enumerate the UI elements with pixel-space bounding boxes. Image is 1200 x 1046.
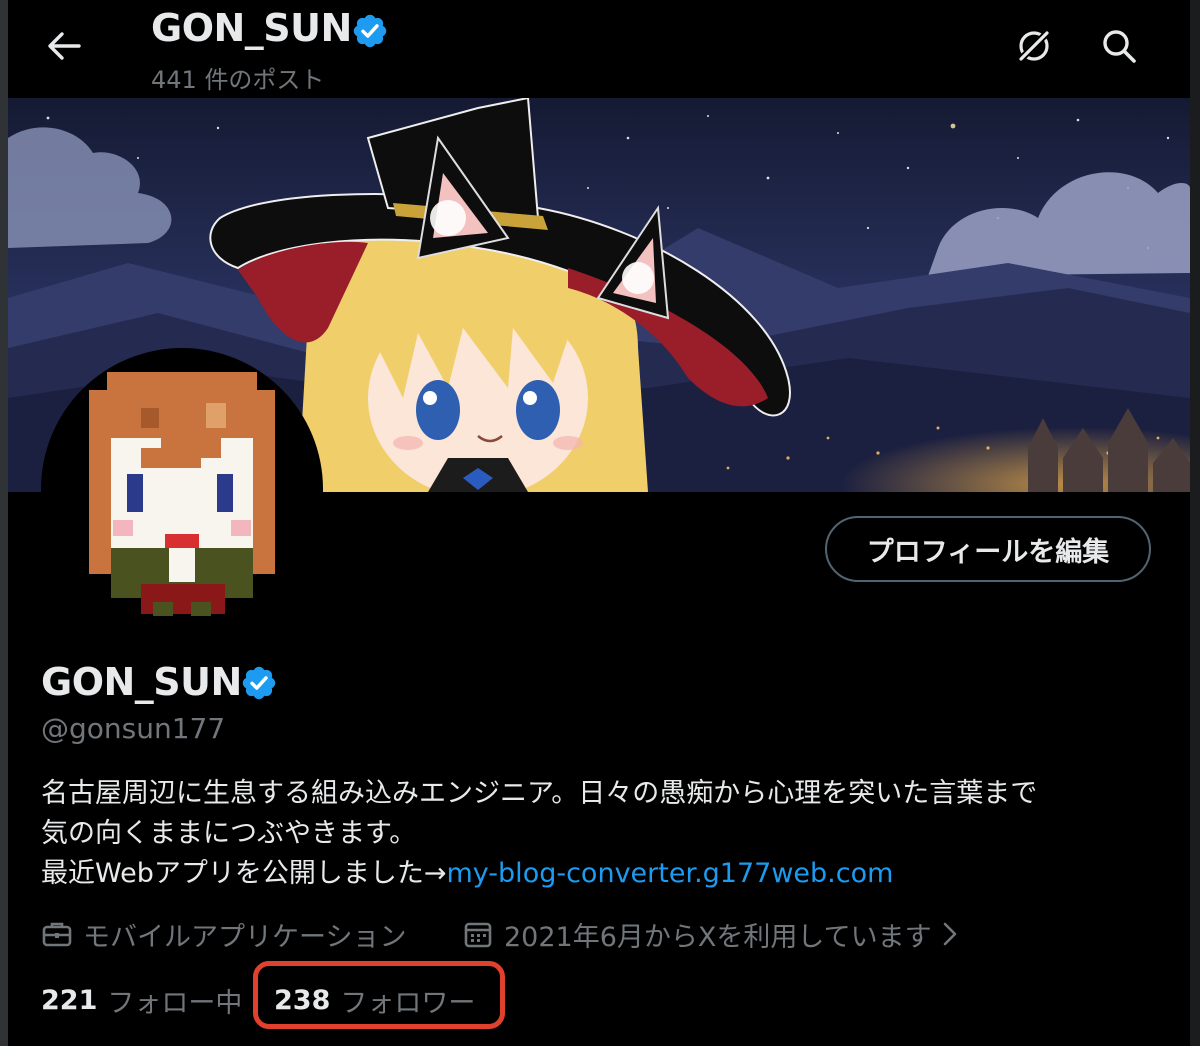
display-name: GON_SUN xyxy=(41,660,242,704)
bio-line: 名古屋周辺に生息する組み込みエンジニア。日々の愚痴から心理を突いた言葉まで xyxy=(41,778,1038,809)
right-border xyxy=(1190,0,1200,1046)
handle: @gonsun177 xyxy=(41,712,226,745)
join-date-label: 2021年6月からXを利用しています xyxy=(504,921,932,953)
following-link[interactable]: 221 フォロー中 xyxy=(41,980,242,1020)
following-count: 221 xyxy=(41,984,98,1016)
verified-badge-icon xyxy=(351,12,389,54)
chevron-right-icon xyxy=(940,919,960,949)
following-label: フォロー中 xyxy=(107,987,243,1019)
bio-line: 最近Webアプリを公開しました→my-blog-converter.g177we… xyxy=(41,854,1161,894)
verified-badge-icon[interactable] xyxy=(240,664,278,706)
edit-profile-button[interactable]: プロフィールを編集 xyxy=(825,516,1151,582)
search-icon xyxy=(1103,30,1136,63)
avatar[interactable] xyxy=(41,348,323,630)
category: モバイルアプリケーション xyxy=(41,914,406,954)
bio: 名古屋周辺に生息する組み込みエンジニア。日々の愚痴から心理を突いた言葉まで 気の… xyxy=(41,774,1161,894)
bio-link[interactable]: my-blog-converter.g177web.com xyxy=(447,858,894,889)
back-arrow-icon xyxy=(48,32,81,60)
header-title: GON_SUN xyxy=(151,6,352,50)
profile-header: GON_SUN 441 件のポスト xyxy=(8,0,1190,98)
grok-button[interactable] xyxy=(1010,22,1058,70)
back-button[interactable] xyxy=(42,24,86,68)
bio-text: 最近Webアプリを公開しました→ xyxy=(41,858,447,889)
grok-icon xyxy=(1017,29,1051,63)
join-date[interactable]: 2021年6月からXを利用しています xyxy=(462,914,960,954)
bio-line: 気の向くままにつぶやきます。 xyxy=(41,818,417,849)
highlight-annotation xyxy=(253,961,505,1029)
briefcase-icon xyxy=(41,918,73,950)
category-label: モバイルアプリケーション xyxy=(83,921,407,953)
left-border xyxy=(0,0,8,1046)
calendar-icon xyxy=(462,918,494,950)
post-count: 441 件のポスト xyxy=(151,66,325,94)
search-button[interactable] xyxy=(1095,22,1143,70)
